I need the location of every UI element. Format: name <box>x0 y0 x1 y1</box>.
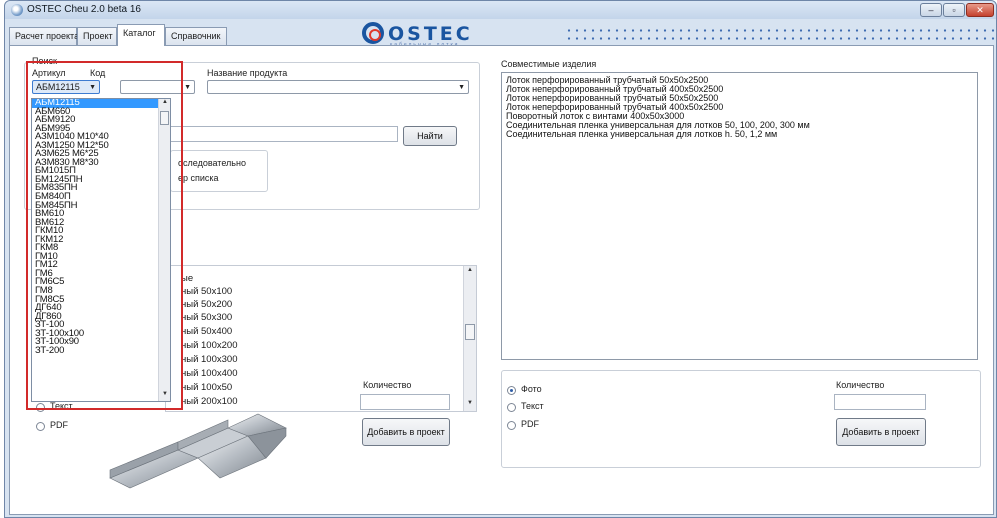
chevron-down-icon: ▼ <box>184 84 191 91</box>
close-button[interactable]: ✕ <box>966 3 994 17</box>
right-text-radio[interactable] <box>507 403 516 412</box>
logo-mark-icon <box>362 22 384 44</box>
related-item[interactable]: Соединительная пленка универсальная для … <box>502 130 977 139</box>
dropdown-option[interactable]: ЗТ-200 <box>32 346 170 356</box>
right-quantity-input[interactable] <box>834 394 926 410</box>
dropdown-scrollbar[interactable]: ▲ ▼ <box>158 99 170 401</box>
dropdown-scroll-thumb[interactable] <box>160 111 169 125</box>
left-text-radio[interactable] <box>36 403 45 412</box>
find-button[interactable]: Найти <box>403 126 457 146</box>
dropdown-option[interactable]: ГМ6С5 <box>32 277 170 287</box>
list-item[interactable]: ный 100x200 <box>181 340 237 351</box>
right-photo-option-label: Фото <box>521 384 542 394</box>
product-image <box>109 413 287 489</box>
list-item[interactable]: ный 100x300 <box>181 354 237 365</box>
left-quantity-input[interactable] <box>360 394 450 410</box>
search-text-input[interactable] <box>170 126 398 142</box>
window-title: OSTEC Cheu 2.0 beta 16 <box>27 4 141 15</box>
left-pdf-radio[interactable] <box>36 422 45 431</box>
tab-calculation[interactable]: Расчет проекта <box>9 27 79 45</box>
product-name-combo[interactable]: ▼ <box>207 80 469 94</box>
right-text-option-label: Текст <box>521 401 544 411</box>
tab-project[interactable]: Проект <box>77 27 117 45</box>
list-option-label[interactable]: ер списка <box>178 173 219 183</box>
maximize-button[interactable]: ▫ <box>943 3 965 17</box>
scroll-up-icon[interactable]: ▲ <box>464 267 476 277</box>
chevron-down-icon: ▼ <box>458 84 465 91</box>
sequential-option-label[interactable]: оследовательно <box>178 158 246 168</box>
list-item[interactable]: ный 50x200 <box>181 299 232 310</box>
article-combo[interactable]: АБМ12115 ▼ <box>32 80 100 94</box>
related-items-title: Совместимые изделия <box>501 59 597 69</box>
tab-strip: Расчет проекта Проект Каталог Справочник <box>9 23 269 46</box>
scroll-down-icon[interactable]: ▼ <box>159 391 170 401</box>
left-pdf-option-label: PDF <box>50 420 68 430</box>
list-item[interactable]: ный 50x100 <box>181 286 232 297</box>
right-photo-radio[interactable] <box>507 386 516 395</box>
ostec-logo: OSTEC кабельные лотки <box>362 22 502 48</box>
decor-dots-bottom <box>565 37 995 40</box>
chevron-down-icon: ▼ <box>89 84 96 91</box>
decor-dots-top <box>565 29 995 32</box>
right-add-to-project-button[interactable]: Добавить в проект <box>836 418 926 446</box>
left-text-option-label: Текст <box>50 401 73 411</box>
right-pdf-option-label: PDF <box>521 419 539 429</box>
minimize-button[interactable]: – <box>920 3 942 17</box>
title-bar: OSTEC Cheu 2.0 beta 16 – ▫ ✕ <box>5 1 996 19</box>
code-combo[interactable]: ▼ <box>120 80 195 94</box>
right-quantity-label: Количество <box>836 380 885 390</box>
right-pdf-radio[interactable] <box>507 421 516 430</box>
tab-catalog[interactable]: Каталог <box>117 24 165 46</box>
scroll-up-icon[interactable]: ▲ <box>159 99 170 109</box>
list-item[interactable]: ный 50x300 <box>181 312 232 323</box>
left-add-to-project-button[interactable]: Добавить в проект <box>362 418 450 446</box>
code-label: Код <box>90 68 106 78</box>
app-window: OSTEC Cheu 2.0 beta 16 – ▫ ✕ Расчет прое… <box>4 0 997 518</box>
scroll-thumb[interactable] <box>465 324 475 340</box>
related-items-list[interactable]: Лоток перфорированный трубчатый 50x50x25… <box>501 72 978 360</box>
tab-reference[interactable]: Справочник <box>165 27 227 45</box>
search-mode-group <box>170 150 268 192</box>
article-dropdown-list[interactable]: АБМ12115 АБМ660 АБМ9120 АБМ995 АЗМ1040 М10*4… <box>31 98 171 402</box>
product-name-label: Название продукта <box>207 68 288 78</box>
left-quantity-label: Количество <box>363 380 412 390</box>
list-item[interactable]: ный 50x400 <box>181 326 232 337</box>
search-group-label: Поиск <box>30 56 59 66</box>
article-label: Артикул <box>32 68 66 78</box>
app-icon <box>11 4 23 16</box>
article-combo-value: АБМ12115 <box>36 82 80 92</box>
product-list-header: ые <box>181 273 194 284</box>
dropdown-option[interactable]: ГМ12 <box>32 260 170 270</box>
